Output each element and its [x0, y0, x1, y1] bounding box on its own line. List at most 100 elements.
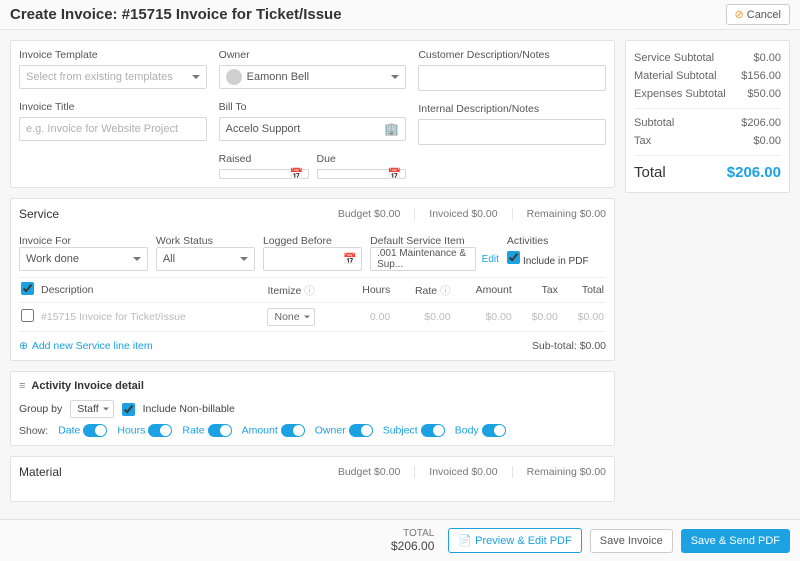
toggle-owner[interactable]: [349, 424, 373, 437]
activity-detail-panel: Activity Invoice detail Group by Staff I…: [10, 371, 615, 446]
save-send-button[interactable]: Save & Send PDF: [681, 529, 790, 553]
work-status-label: Work Status: [156, 235, 213, 247]
invoice-template-label: Invoice Template: [19, 49, 207, 61]
invoice-template-select[interactable]: Select from existing templates: [19, 65, 207, 89]
info-icon: ⓘ: [304, 285, 315, 297]
cancel-button[interactable]: Cancel: [726, 4, 790, 25]
toggle-hours[interactable]: [148, 424, 172, 437]
itemize-select[interactable]: None: [267, 308, 314, 326]
due-label: Due: [317, 153, 407, 165]
material-panel: Material Budget $0.00 Invoiced $0.00 Rem…: [10, 456, 615, 502]
tax-val: $0.00: [753, 135, 781, 147]
toggle-amount-label: Amount: [242, 424, 278, 436]
activities-label: Activities: [507, 235, 548, 247]
total-label: Total: [634, 164, 666, 181]
groupby-label: Group by: [19, 403, 62, 415]
raised-label: Raised: [219, 153, 309, 165]
logged-before-input[interactable]: 📅: [263, 247, 362, 271]
toggle-hours-label: Hours: [117, 424, 145, 436]
save-invoice-button[interactable]: Save Invoice: [590, 529, 673, 553]
include-pdf-checkbox[interactable]: [507, 251, 520, 264]
toggle-owner-label: Owner: [315, 424, 346, 436]
invoice-for-label: Invoice For: [19, 235, 71, 247]
show-label: Show:: [19, 425, 48, 437]
toggle-date[interactable]: [83, 424, 107, 437]
avatar: [226, 69, 242, 85]
service-budget-info: Budget $0.00 Invoiced $0.00 Remaining $0…: [338, 208, 606, 220]
service-items-table: Description Itemize ⓘ Hours Rate ⓘ Amoun…: [19, 277, 606, 332]
raised-input[interactable]: 📅: [219, 169, 309, 179]
service-sub-label: Service Subtotal: [634, 52, 714, 64]
groupby-select[interactable]: Staff: [70, 400, 113, 418]
toggle-subject[interactable]: [421, 424, 445, 437]
col-rate: Rate ⓘ: [392, 278, 452, 303]
invoice-title-input[interactable]: e.g. Invoice for Website Project: [19, 117, 207, 141]
col-itemize: Itemize ⓘ: [265, 278, 343, 303]
internal-notes-textarea[interactable]: [418, 119, 606, 145]
info-icon: ⓘ: [440, 285, 451, 297]
row-total: $0.00: [560, 303, 606, 332]
expenses-sub-label: Expenses Subtotal: [634, 88, 726, 100]
tax-label: Tax: [634, 135, 651, 147]
include-nonbillable-label: Include Non-billable: [143, 403, 235, 415]
row-description: #15715 Invoice for Ticket/Issue: [39, 303, 265, 332]
row-checkbox[interactable]: [21, 309, 34, 322]
preview-pdf-button[interactable]: 📄 Preview & Edit PDF: [448, 528, 581, 553]
col-amount: Amount: [453, 278, 514, 303]
customer-notes-label: Customer Description/Notes: [418, 49, 606, 61]
toggle-subject-label: Subject: [383, 424, 418, 436]
row-rate: $0.00: [392, 303, 452, 332]
invoice-for-select[interactable]: Work done: [19, 247, 148, 271]
material-budget-info: Budget $0.00 Invoiced $0.00 Remaining $0…: [338, 466, 606, 478]
service-subtotal: Sub-total: $0.00: [532, 340, 606, 352]
service-panel: Service Budget $0.00 Invoiced $0.00 Rema…: [10, 198, 615, 361]
customer-notes-textarea[interactable]: [418, 65, 606, 91]
service-sub-val: $0.00: [753, 52, 781, 64]
subtotal-val: $206.00: [741, 117, 781, 129]
billto-label: Bill To: [219, 101, 407, 113]
page-title: Create Invoice: #15715 Invoice for Ticke…: [10, 6, 726, 23]
footer: TOTAL $206.00 📄 Preview & Edit PDF Save …: [0, 519, 800, 561]
invoice-title-label: Invoice Title: [19, 101, 207, 113]
service-title: Service: [19, 207, 338, 221]
company-icon: 🏢: [384, 122, 399, 136]
calendar-icon: 📅: [343, 253, 357, 266]
col-description: Description: [39, 278, 265, 303]
include-nonbillable-checkbox[interactable]: [122, 403, 135, 416]
default-item-label: Default Service Item: [370, 235, 465, 247]
invoice-meta-panel: Invoice Template Select from existing te…: [10, 40, 615, 188]
material-sub-label: Material Subtotal: [634, 70, 717, 82]
expenses-sub-val: $50.00: [747, 88, 781, 100]
owner-label: Owner: [219, 49, 407, 61]
owner-select[interactable]: Eamonn Bell: [219, 65, 407, 89]
col-total: Total: [560, 278, 606, 303]
total-val: $206.00: [727, 164, 781, 181]
default-item-input[interactable]: .001 Maintenance & Sup...: [370, 247, 476, 271]
toggle-rate[interactable]: [208, 424, 232, 437]
add-service-line[interactable]: Add new Service line item: [19, 340, 153, 352]
table-row[interactable]: #15715 Invoice for Ticket/Issue None 0.0…: [19, 303, 606, 332]
material-sub-val: $156.00: [741, 70, 781, 82]
work-status-select[interactable]: All: [156, 247, 255, 271]
calendar-icon: 📅: [290, 168, 304, 181]
col-tax: Tax: [514, 278, 560, 303]
include-pdf-label: Include in PDF: [523, 256, 589, 267]
activity-detail-title: Activity Invoice detail: [19, 380, 606, 392]
col-hours: Hours: [344, 278, 393, 303]
select-all-checkbox[interactable]: [21, 282, 34, 295]
row-amount: $0.00: [453, 303, 514, 332]
row-tax: $0.00: [514, 303, 560, 332]
calendar-icon: 📅: [388, 168, 402, 181]
toggle-rate-label: Rate: [182, 424, 204, 436]
subtotal-label: Subtotal: [634, 117, 674, 129]
toggle-body[interactable]: [482, 424, 506, 437]
page-header: Create Invoice: #15715 Invoice for Ticke…: [0, 0, 800, 30]
billto-input[interactable]: Accelo Support🏢: [219, 117, 407, 141]
default-item-edit[interactable]: Edit: [478, 254, 499, 265]
internal-notes-label: Internal Description/Notes: [418, 103, 606, 115]
material-title: Material: [19, 465, 338, 479]
due-input[interactable]: 📅: [317, 169, 407, 179]
toggle-amount[interactable]: [281, 424, 305, 437]
toggle-body-label: Body: [455, 424, 479, 436]
summary-panel: Service Subtotal $0.00 Material Subtotal $…: [625, 40, 790, 193]
